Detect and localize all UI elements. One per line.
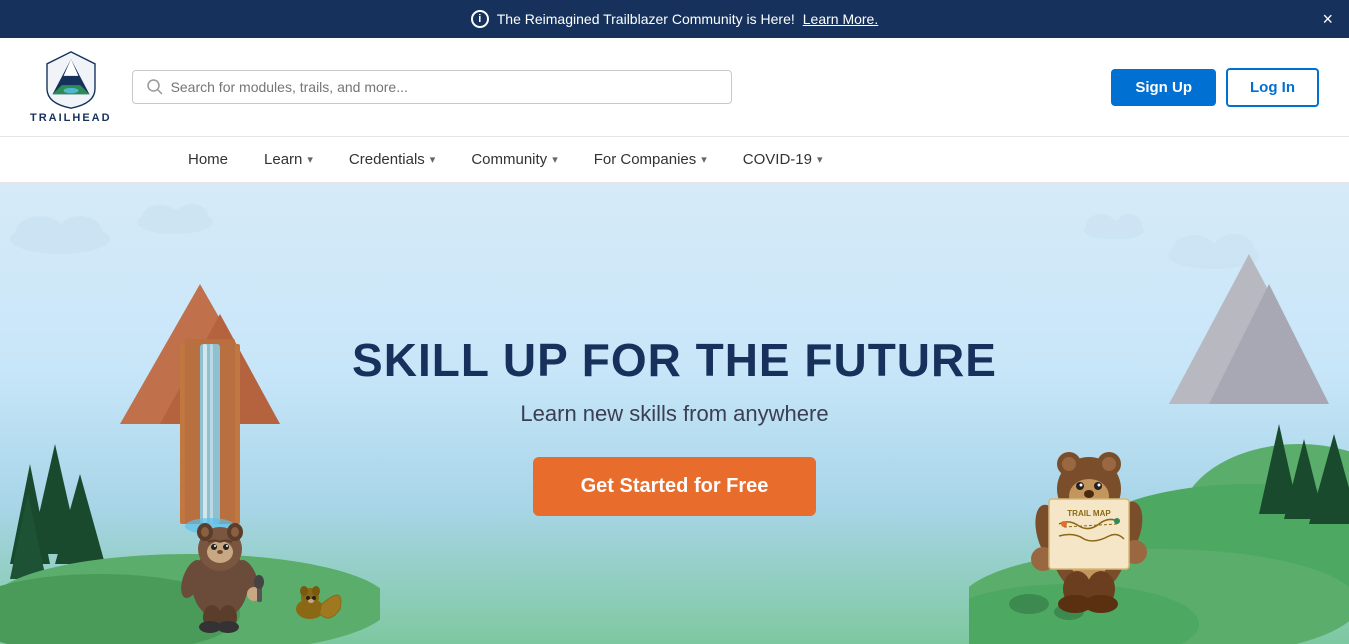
- info-icon: i: [471, 10, 489, 28]
- hero-title: SKILL UP FOR THE FUTURE: [352, 333, 997, 387]
- chevron-down-icon: ▾: [430, 153, 436, 166]
- nav-item-home[interactable]: Home: [170, 137, 246, 182]
- chevron-down-icon: ▾: [701, 153, 707, 166]
- hero-left-illustration: [0, 224, 380, 644]
- banner-message: The Reimagined Trailblazer Community is …: [497, 11, 795, 27]
- hero-subtitle: Learn new skills from anywhere: [352, 401, 997, 427]
- nav-item-community[interactable]: Community ▾: [453, 137, 575, 182]
- logo[interactable]: TRAILHEAD: [30, 50, 112, 124]
- svg-text:TRAIL MAP: TRAIL MAP: [1067, 509, 1111, 518]
- login-button[interactable]: Log In: [1226, 68, 1319, 107]
- chevron-down-icon: ▾: [552, 153, 558, 166]
- hero-right-illustration: TRAIL MAP: [969, 204, 1349, 644]
- announcement-banner: i The Reimagined Trailblazer Community i…: [0, 0, 1349, 38]
- chevron-down-icon: ▾: [307, 153, 313, 166]
- logo-icon: [41, 50, 101, 110]
- cta-button[interactable]: Get Started for Free: [533, 457, 817, 516]
- banner-link[interactable]: Learn More.: [803, 11, 878, 27]
- auth-area: Sign Up Log In: [1111, 68, 1319, 107]
- nav-item-covid19[interactable]: COVID-19 ▾: [725, 137, 841, 182]
- nav-item-credentials[interactable]: Credentials ▾: [331, 137, 453, 182]
- nav-item-for-companies[interactable]: For Companies ▾: [576, 137, 725, 182]
- hero-section: SKILL UP FOR THE FUTURE Learn new skills…: [0, 184, 1349, 644]
- signup-button[interactable]: Sign Up: [1111, 69, 1216, 106]
- search-input[interactable]: [171, 79, 717, 95]
- chevron-down-icon: ▾: [817, 153, 823, 166]
- nav-bar: Home Learn ▾ Credentials ▾ Community ▾ F…: [0, 137, 1349, 184]
- nav-item-learn[interactable]: Learn ▾: [246, 137, 331, 182]
- search-icon: [147, 79, 163, 95]
- logo-text: TRAILHEAD: [30, 112, 112, 124]
- banner-close-button[interactable]: ×: [1322, 10, 1333, 28]
- search-bar[interactable]: [132, 70, 732, 104]
- header: TRAILHEAD Sign Up Log In: [0, 38, 1349, 137]
- hero-text-area: SKILL UP FOR THE FUTURE Learn new skills…: [352, 333, 997, 536]
